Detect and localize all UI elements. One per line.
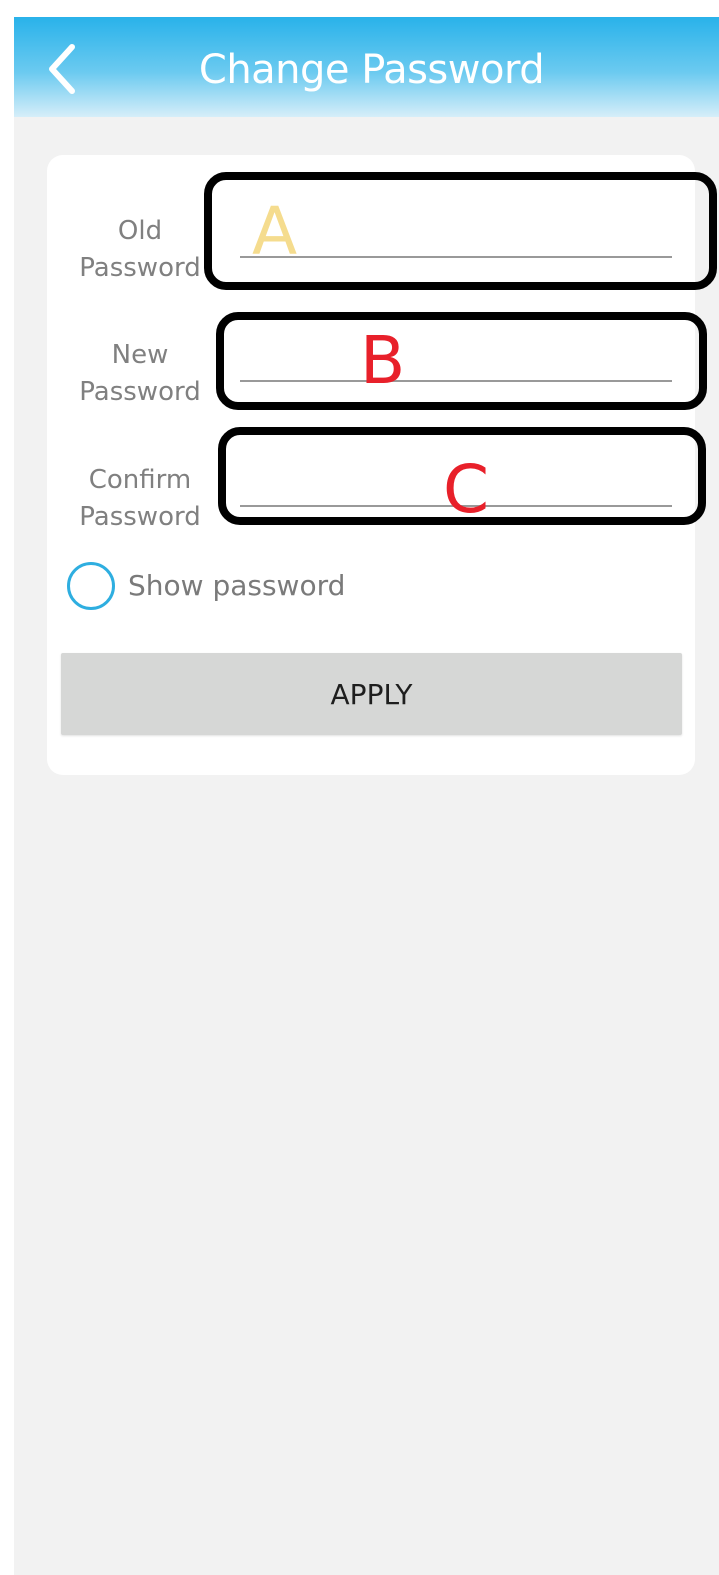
show-password-label[interactable]: Show password <box>128 568 345 604</box>
annotation-label-c: C <box>443 451 490 528</box>
show-password-radio[interactable] <box>67 562 115 610</box>
old-password-label: Old Password <box>79 216 201 283</box>
apply-button[interactable]: APPLY <box>61 653 682 735</box>
new-password-label: New Password <box>79 340 201 407</box>
screen: Change Password Old Password A New Passw… <box>14 17 719 1575</box>
password-form-card: Old Password A New Password B Confirm Pa… <box>47 155 717 775</box>
page-title: Change Password <box>198 47 545 93</box>
confirm-password-label: Confirm Password <box>79 465 201 532</box>
annotation-box-b <box>216 312 707 410</box>
annotation-label-b: B <box>360 322 406 399</box>
header-bar: Change Password <box>14 17 719 117</box>
annotation-label-a: A <box>252 193 298 270</box>
